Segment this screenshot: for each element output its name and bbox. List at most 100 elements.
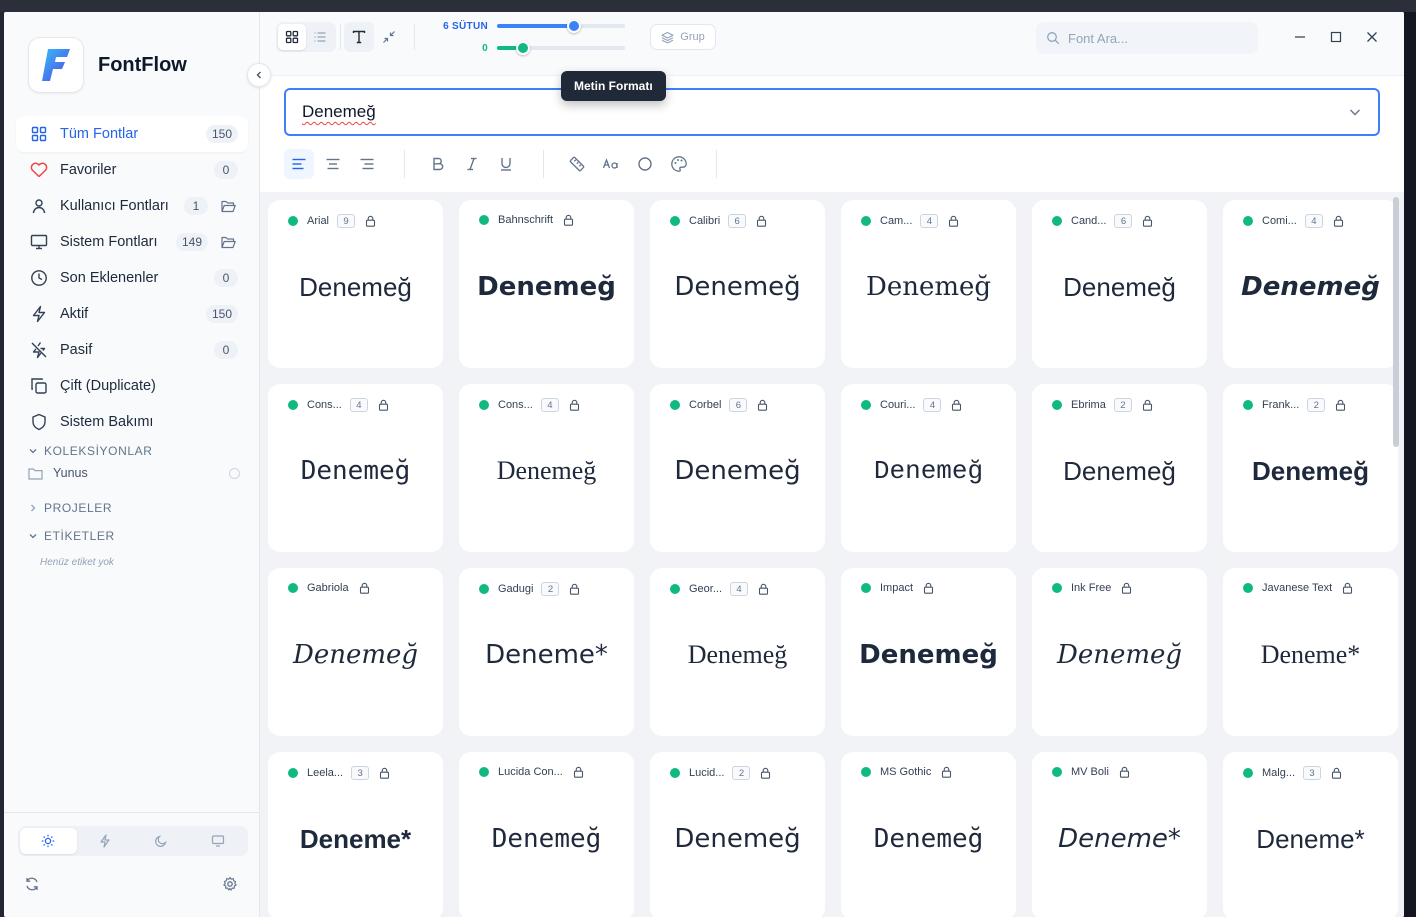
active-status-dot[interactable] [670, 584, 680, 594]
font-card[interactable]: Geor... 4 Denemeğ [650, 568, 825, 736]
active-status-dot[interactable] [479, 767, 489, 777]
font-card[interactable]: Malg... 3 Deneme* [1223, 752, 1398, 917]
font-card[interactable]: Ink Free Denemeğ [1032, 568, 1207, 736]
italic-button[interactable] [457, 149, 487, 179]
lock-icon[interactable] [756, 215, 767, 227]
lock-icon[interactable] [948, 215, 959, 227]
active-status-dot[interactable] [1243, 583, 1253, 593]
active-status-dot[interactable] [861, 216, 871, 226]
font-card[interactable]: Comi... 4 Denemeğ [1223, 200, 1398, 368]
active-status-dot[interactable] [670, 216, 680, 226]
sidebar-item-çift-duplicate[interactable]: Çift (Duplicate) [16, 368, 248, 404]
active-status-dot[interactable] [479, 584, 489, 594]
case-button[interactable] [596, 149, 626, 179]
lock-icon[interactable] [573, 766, 584, 778]
active-status-dot[interactable] [1243, 216, 1253, 226]
outline-button[interactable] [630, 149, 660, 179]
active-status-dot[interactable] [1052, 767, 1062, 777]
align-center-button[interactable] [318, 149, 348, 179]
theme-dark-button[interactable] [133, 828, 190, 854]
active-status-dot[interactable] [288, 583, 298, 593]
lock-icon[interactable] [1142, 215, 1153, 227]
active-status-dot[interactable] [670, 400, 680, 410]
collections-header[interactable]: KOLEKSİYONLAR [28, 444, 153, 458]
lock-icon[interactable] [1333, 215, 1344, 227]
preview-text-field[interactable]: Denemeğ [284, 88, 1380, 136]
lock-icon[interactable] [1119, 766, 1130, 778]
font-card[interactable]: MS Gothic Denemeğ [841, 752, 1016, 917]
lock-icon[interactable] [941, 766, 952, 778]
font-card[interactable]: Gadugi 2 Deneme* [459, 568, 634, 736]
lock-icon[interactable] [365, 215, 376, 227]
active-status-dot[interactable] [479, 215, 489, 225]
projects-header[interactable]: PROJELER [28, 501, 112, 515]
active-status-dot[interactable] [861, 400, 871, 410]
font-card[interactable]: Ebrima 2 Denemeğ [1032, 384, 1207, 552]
color-button[interactable] [664, 149, 694, 179]
sidebar-item-son-eklenenler[interactable]: Son Eklenenler 0 [16, 260, 248, 296]
lock-icon[interactable] [379, 767, 390, 779]
columns-slider-knob[interactable] [567, 19, 581, 33]
active-status-dot[interactable] [1243, 400, 1253, 410]
theme-light-button[interactable] [20, 828, 77, 854]
font-card[interactable]: Calibri 6 Denemeğ [650, 200, 825, 368]
window-close-button[interactable] [1361, 26, 1383, 48]
second-slider-knob[interactable] [516, 41, 530, 55]
font-card[interactable]: Lucid... 2 Denemeğ [650, 752, 825, 917]
shrink-button[interactable] [374, 22, 404, 52]
font-card[interactable]: Impact Denemeğ [841, 568, 1016, 736]
lock-icon[interactable] [563, 214, 574, 226]
font-card[interactable]: MV Boli Deneme* [1032, 752, 1207, 917]
window-minimize-button[interactable] [1289, 26, 1311, 48]
lock-icon[interactable] [359, 582, 370, 594]
sidebar-item-sistem-fontları[interactable]: Sistem Fontları 149 [16, 224, 248, 260]
lock-icon[interactable] [569, 583, 580, 595]
lock-icon[interactable] [1331, 767, 1342, 779]
active-status-dot[interactable] [1052, 216, 1062, 226]
theme-active-button[interactable] [77, 828, 134, 854]
window-maximize-button[interactable] [1325, 26, 1347, 48]
search-input[interactable] [1068, 30, 1238, 46]
grid-view-button[interactable] [278, 24, 306, 50]
sidebar-collapse-button[interactable] [247, 63, 271, 87]
folder-open-icon[interactable] [218, 236, 238, 249]
font-card[interactable]: Leela... 3 Deneme* [268, 752, 443, 917]
lock-icon[interactable] [1342, 582, 1353, 594]
active-status-dot[interactable] [1052, 583, 1062, 593]
text-format-button[interactable] [344, 22, 374, 52]
underline-button[interactable] [491, 149, 521, 179]
lock-icon[interactable] [1121, 582, 1132, 594]
font-card[interactable]: Gabriola Denemeğ [268, 568, 443, 736]
group-button[interactable]: Grup [650, 24, 716, 50]
scrollbar[interactable] [1393, 197, 1399, 447]
tags-header[interactable]: ETİKETLER [28, 529, 115, 543]
font-card[interactable]: Bahnschrift Denemeğ [459, 200, 634, 368]
theme-system-button[interactable] [190, 828, 247, 854]
font-card[interactable]: Cam... 4 Denemeğ [841, 200, 1016, 368]
sidebar-item-pasif[interactable]: Pasif 0 [16, 332, 248, 368]
font-card[interactable]: Couri... 4 Denemeğ [841, 384, 1016, 552]
active-status-dot[interactable] [861, 583, 871, 593]
active-status-dot[interactable] [670, 768, 680, 778]
refresh-button[interactable] [24, 876, 40, 897]
collection-item-yunus[interactable]: Yunus [28, 466, 240, 480]
font-card[interactable]: Cons... 4 Denemeğ [459, 384, 634, 552]
bold-button[interactable] [423, 149, 453, 179]
active-status-dot[interactable] [1052, 400, 1062, 410]
lock-icon[interactable] [760, 767, 771, 779]
settings-button[interactable] [222, 876, 238, 897]
font-card[interactable]: Lucida Con... Denemeğ [459, 752, 634, 917]
list-view-button[interactable] [306, 24, 334, 50]
font-card[interactable]: Arial 9 Denemeğ [268, 200, 443, 368]
sidebar-item-tüm-fontlar[interactable]: Tüm Fontlar 150 [16, 116, 248, 152]
align-right-button[interactable] [352, 149, 382, 179]
font-card[interactable]: Corbel 6 Denemeğ [650, 384, 825, 552]
lock-icon[interactable] [757, 399, 768, 411]
folder-open-icon[interactable] [218, 200, 238, 213]
second-slider[interactable] [497, 41, 625, 55]
font-card[interactable]: Cons... 4 Denemeğ [268, 384, 443, 552]
lock-icon[interactable] [951, 399, 962, 411]
active-status-dot[interactable] [288, 768, 298, 778]
sidebar-item-aktif[interactable]: Aktif 150 [16, 296, 248, 332]
lock-icon[interactable] [758, 583, 769, 595]
